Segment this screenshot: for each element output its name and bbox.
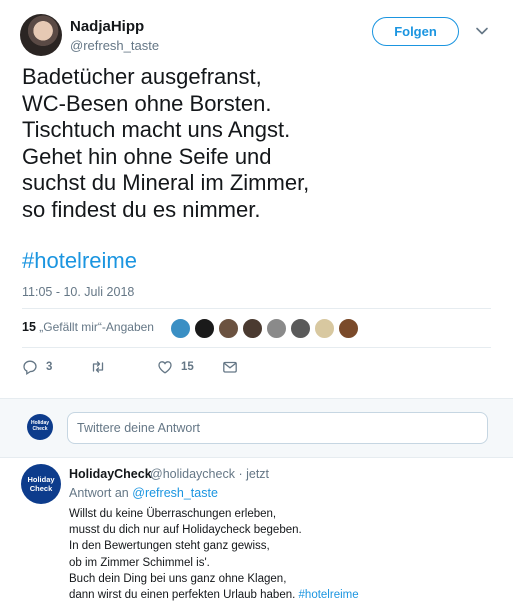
liker-avatar[interactable]: [218, 318, 239, 339]
liker-avatar[interactable]: [290, 318, 311, 339]
tweet-text: Badetücher ausgefranst, WC-Besen ohne Bo…: [22, 64, 310, 222]
reply-author-handle[interactable]: @holidaycheck: [150, 467, 235, 481]
liker-avatar[interactable]: [266, 318, 287, 339]
author-name[interactable]: NadjaHipp: [70, 18, 144, 35]
divider: [22, 347, 491, 348]
liker-avatar[interactable]: [314, 318, 335, 339]
reply-to-handle[interactable]: @refresh_taste: [132, 486, 218, 500]
chevron-down-icon[interactable]: [475, 24, 489, 38]
holidaycheck-avatar[interactable]: Holiday Check: [21, 464, 61, 504]
reply-body: Willst du keine Überraschungen erleben, …: [69, 506, 499, 603]
reply-time[interactable]: · jetzt: [238, 467, 269, 481]
heart-icon: [158, 361, 172, 374]
tweet-timestamp[interactable]: 11:05 - 10. Juli 2018: [22, 285, 134, 299]
reply-icon: [23, 360, 37, 375]
like-count: 15: [181, 361, 194, 373]
reply-author-meta: @holidaycheck · jetzt: [150, 467, 269, 481]
logo-text-top: Holiday: [27, 475, 55, 484]
liker-avatar[interactable]: [170, 318, 191, 339]
holidaycheck-logo: Holiday Check: [27, 414, 53, 440]
reply-tweet: Holiday Check HolidayCheck @holidaycheck…: [0, 458, 513, 611]
author-handle[interactable]: @refresh_taste: [70, 38, 159, 53]
retweet-icon: [92, 361, 104, 373]
reply-author-name[interactable]: HolidayCheck: [69, 467, 152, 481]
tweet-actions: 3 15: [22, 358, 322, 378]
reply-to-prefix: Antwort an: [69, 486, 129, 500]
follow-button[interactable]: Folgen: [372, 17, 459, 46]
logo-text-bottom: Check: [29, 484, 53, 493]
liker-avatar[interactable]: [242, 318, 263, 339]
liker-avatar[interactable]: [194, 318, 215, 339]
likes-summary[interactable]: 15 „Gefällt mir“-Angaben: [22, 320, 154, 334]
direct-message-button[interactable]: [222, 358, 238, 376]
reply-to-line: Antwort an @refresh_taste: [69, 486, 218, 500]
hashtag-link[interactable]: #hotelreime: [22, 248, 137, 274]
liker-avatar[interactable]: [338, 318, 359, 339]
reply-button[interactable]: 3: [22, 358, 52, 376]
reply-hashtag-link[interactable]: #hotelreime: [299, 589, 359, 601]
reply-body-text: Willst du keine Überraschungen erleben, …: [69, 508, 302, 602]
reply-input[interactable]: Twittere deine Antwort: [67, 412, 488, 444]
reply-count: 3: [46, 361, 53, 373]
likes-label: „Gefällt mir“-Angaben: [39, 320, 154, 334]
avatar[interactable]: [20, 14, 62, 56]
divider: [22, 308, 491, 309]
envelope-icon: [223, 361, 237, 373]
logo-text-bottom: Check: [32, 426, 48, 432]
tweet-header: NadjaHipp @refresh_taste Folgen: [20, 14, 495, 56]
like-button[interactable]: 15: [157, 358, 194, 376]
reply-composer: Holiday Check Twittere deine Antwort: [0, 398, 513, 458]
likes-count: 15: [22, 320, 36, 334]
retweet-button[interactable]: [90, 358, 106, 376]
